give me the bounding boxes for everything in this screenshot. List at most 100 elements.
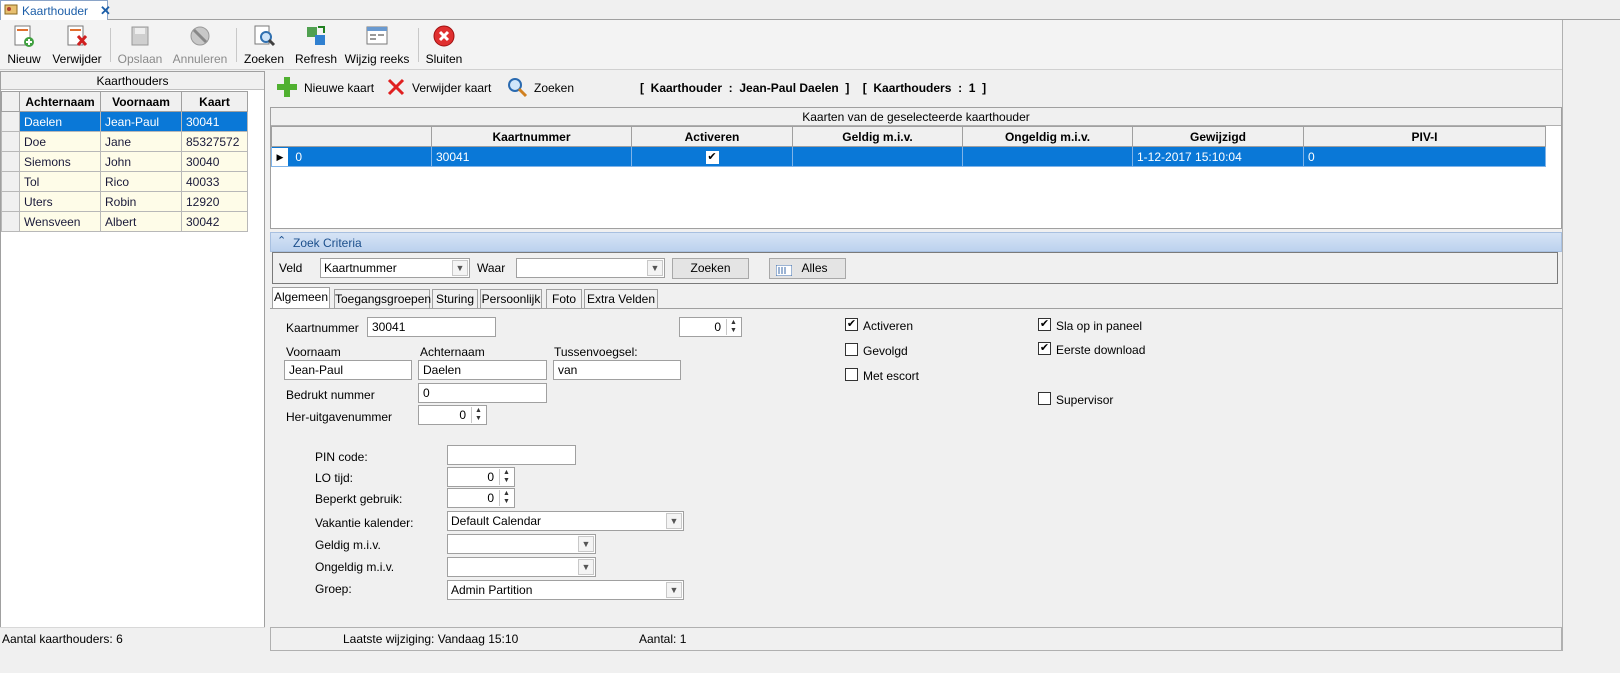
spin-arrows-icon[interactable]: ▲ ▼ [726,319,740,335]
cell-id[interactable]: ▶ 0 [271,146,432,167]
column-header-activeren[interactable]: Activeren [631,126,793,147]
column-header-kaart[interactable]: Kaart [181,91,248,112]
row-header[interactable] [1,191,20,212]
cell-voornaam[interactable]: John [100,151,182,172]
heruitgave-stepper[interactable]: 0 ▲ ▼ [418,405,487,425]
column-header-achternaam[interactable]: Achternaam [19,91,101,112]
table-row[interactable]: Daelen Jean-Paul 30041 [1,111,248,132]
column-header-geldig[interactable]: Geldig m.i.v. [792,126,963,147]
column-header-gewijzigd[interactable]: Gewijzigd [1132,126,1304,147]
tab-close-icon[interactable]: ✕ [100,3,111,19]
achternaam-field[interactable]: Daelen [418,360,547,380]
pin-code-field[interactable] [447,445,576,465]
kaartnummer-field[interactable]: 30041 [367,317,496,337]
cell-achternaam[interactable]: Daelen [19,111,101,132]
cell-ongeldig[interactable] [962,146,1133,167]
cell-activeren[interactable]: ✔ [631,146,793,167]
cell-kaart[interactable]: 30041 [181,111,248,132]
activeren-checkbox[interactable]: ✔ [705,151,719,164]
table-row[interactable]: Uters Robin 12920 [1,191,248,212]
cell-voornaam[interactable]: Jean-Paul [100,111,182,132]
spin-arrows-icon[interactable]: ▲ ▼ [499,469,513,485]
cell-geldig[interactable] [792,146,963,167]
new-button[interactable]: Nieuw [4,20,44,70]
supervisor-checkbox[interactable] [1038,392,1051,405]
spin-arrows-icon[interactable]: ▲ ▼ [499,490,513,506]
cell-achternaam[interactable]: Tol [19,171,101,192]
close-button[interactable]: Sluiten [424,20,464,70]
cell-voornaam[interactable]: Jane [100,131,182,152]
table-row[interactable]: Wensveen Albert 30042 [1,211,248,232]
search-button[interactable]: Zoeken [242,20,286,70]
tab-extra-velden[interactable]: Extra Velden [584,289,658,309]
tussenvoegsel-field[interactable]: van [553,360,681,380]
cancel-button[interactable]: Annuleren [170,20,230,70]
column-header-voornaam[interactable]: Voornaam [100,91,182,112]
batch-edit-button[interactable]: Wijzig reeks [344,20,410,70]
table-row[interactable]: ▶ 0 30041 ✔ 1-12-2017 15:10:04 0 [271,146,1546,167]
cell-kaart[interactable]: 40033 [181,171,248,192]
delete-card-button[interactable]: Verwijder kaart [386,77,491,99]
delete-button[interactable]: Verwijder [52,20,102,70]
table-row[interactable]: Tol Rico 40033 [1,171,248,192]
column-header-id[interactable] [271,126,432,147]
row-header[interactable] [1,211,20,232]
row-header[interactable] [1,131,20,152]
chevron-down-icon[interactable]: ▼ [666,582,682,598]
cell-voornaam[interactable]: Albert [100,211,182,232]
column-header-piv[interactable]: PIV-I [1303,126,1546,147]
waar-select[interactable]: ▼ [516,258,665,278]
voornaam-field[interactable]: Jean-Paul [284,360,412,380]
cell-kaart[interactable]: 12920 [181,191,248,212]
lo-tijd-stepper[interactable]: 0 ▲ ▼ [447,467,515,487]
cell-achternaam[interactable]: Uters [19,191,101,212]
spin-arrows-icon[interactable]: ▲ ▼ [471,407,485,423]
table-row[interactable]: Doe Jane 85327572 [1,131,248,152]
row-header[interactable] [1,171,20,192]
cell-voornaam[interactable]: Rico [100,171,182,192]
chevron-down-icon[interactable]: ▼ [578,559,594,575]
search-card-button[interactable]: Zoeken [506,77,574,99]
table-row[interactable]: Siemons John 30040 [1,151,248,172]
eerste-download-checkbox[interactable]: ✔ [1038,342,1051,355]
beperkt-gebruik-stepper[interactable]: 0 ▲ ▼ [447,488,515,508]
cell-kaart[interactable]: 85327572 [181,131,248,152]
save-button[interactable]: Opslaan [116,20,164,70]
cell-achternaam[interactable]: Siemons [19,151,101,172]
new-card-button[interactable]: Nieuwe kaart [276,76,374,99]
cell-piv[interactable]: 0 [1303,146,1546,167]
tab-algemeen[interactable]: Algemeen [272,287,330,309]
chevron-down-icon[interactable]: ▼ [666,513,682,529]
search-criteria-header[interactable]: ⌃ Zoek Criteria [270,232,1562,252]
veld-select[interactable]: Kaartnummer ▼ [320,258,470,278]
chevron-down-icon[interactable]: ▼ [578,536,594,552]
cell-gewijzigd[interactable]: 1-12-2017 15:10:04 [1132,146,1304,167]
groep-select[interactable]: Admin Partition ▼ [447,580,684,600]
collapse-chevron-icon[interactable]: ⌃ [277,234,286,247]
tab-sturing[interactable]: Sturing [432,289,478,309]
refresh-button[interactable]: Refresh [294,20,338,70]
kaartnummer-extra-stepper[interactable]: 0 ▲ ▼ [679,317,742,337]
cell-achternaam[interactable]: Doe [19,131,101,152]
criteria-search-button[interactable]: Zoeken [672,258,749,279]
ongeldig-date-picker[interactable]: ▼ [447,557,596,577]
cell-voornaam[interactable]: Robin [100,191,182,212]
cell-kaart[interactable]: 30040 [181,151,248,172]
gevolgd-checkbox[interactable] [845,343,858,356]
bedrukt-nummer-field[interactable]: 0 [418,383,547,403]
tab-persoonlijk[interactable]: Persoonlijk [480,289,542,309]
tab-foto[interactable]: Foto [546,289,582,309]
tab-toegangsgroepen[interactable]: Toegangsgroepen [334,289,431,309]
column-header-kaartnummer[interactable]: Kaartnummer [431,126,632,147]
cell-kaart[interactable]: 30042 [181,211,248,232]
activeren-checkbox[interactable]: ✔ [845,318,858,331]
criteria-all-button[interactable]: Alles [769,258,846,279]
met-escort-checkbox[interactable] [845,368,858,381]
row-header[interactable] [1,111,20,132]
row-header[interactable] [1,151,20,172]
cell-kaartnummer[interactable]: 30041 [431,146,632,167]
chevron-down-icon[interactable]: ▼ [647,260,663,276]
geldig-date-picker[interactable]: ▼ [447,534,596,554]
vakantie-kalender-select[interactable]: Default Calendar ▼ [447,511,684,531]
column-header-ongeldig[interactable]: Ongeldig m.i.v. [962,126,1133,147]
